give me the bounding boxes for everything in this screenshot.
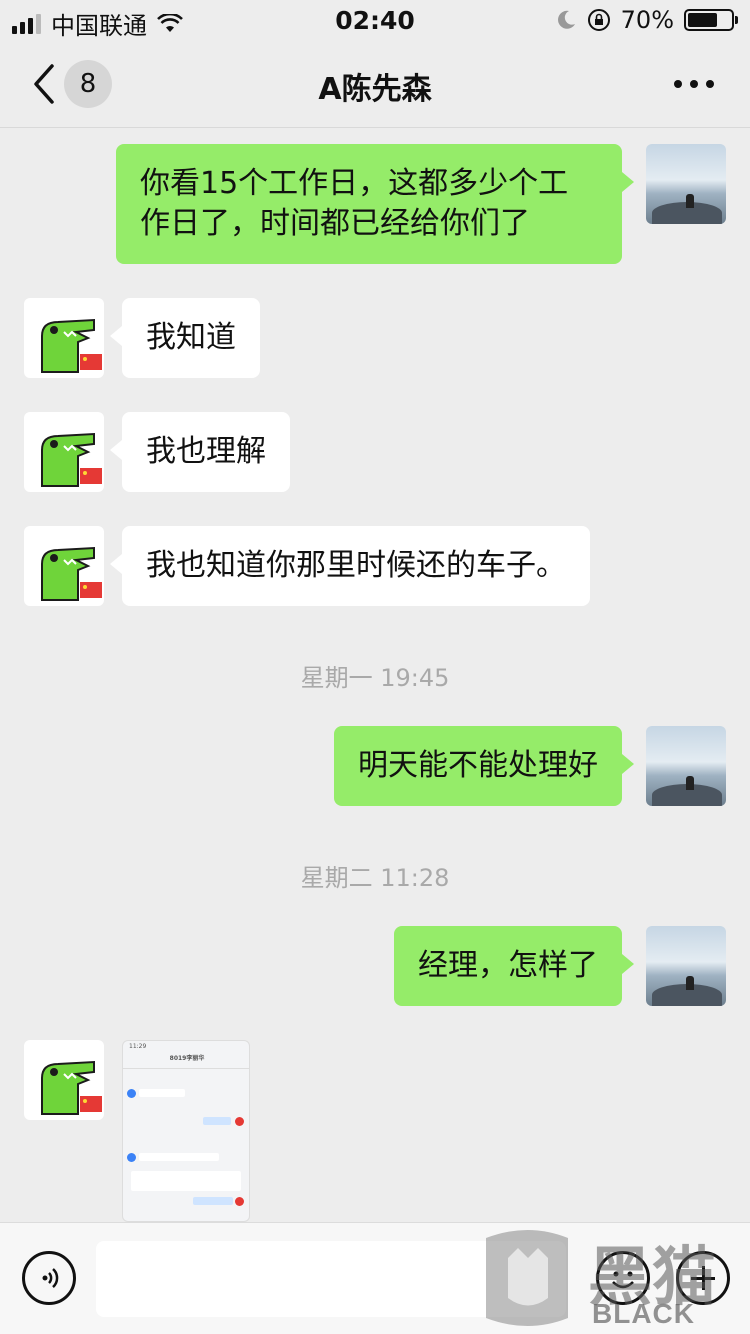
crocodile-icon <box>41 318 102 373</box>
battery-percent: 70% <box>620 6 674 34</box>
self-avatar[interactable] <box>646 926 726 1006</box>
thumbnail-bubble <box>131 1171 241 1191</box>
outgoing-message[interactable]: 明天能不能处理好 <box>334 726 634 806</box>
chat-header: 8 A陈先森 <box>0 40 750 128</box>
image-message-thumbnail[interactable]: 11:29 8019李丽华 <box>122 1040 250 1222</box>
incoming-message[interactable]: 我知道 <box>110 298 260 378</box>
battery-icon <box>684 9 738 31</box>
thumbnail-bubble <box>139 1153 219 1161</box>
crocodile-icon <box>41 1060 102 1115</box>
rotation-lock-icon <box>587 9 610 31</box>
crocodile-icon <box>41 546 102 601</box>
status-right: 70% <box>555 6 738 34</box>
thumbnail-title: 8019李丽华 <box>169 1055 205 1062</box>
thumbnail-header: 11:29 8019李丽华 <box>123 1041 249 1069</box>
chat-timestamp: 星期一 19:45 <box>300 664 450 692</box>
status-bar: 中国联通 02:40 70% <box>0 0 750 40</box>
watermark-text-en: BLACK CAT <box>592 1298 695 1334</box>
self-avatar[interactable] <box>646 144 726 224</box>
thumbnail-bubble <box>193 1197 233 1205</box>
crocodile-icon <box>41 432 102 487</box>
thumbnail-time: 11:29 <box>129 1043 147 1050</box>
thumbnail-avatar <box>235 1197 244 1206</box>
moon-icon <box>557 10 575 29</box>
contact-avatar[interactable] <box>24 526 104 606</box>
thumbnail-avatar <box>127 1153 136 1162</box>
thumbnail-avatar <box>235 1117 244 1126</box>
self-avatar[interactable] <box>646 726 726 806</box>
incoming-message[interactable]: 我也知道你那里时候还的车子。 <box>110 526 590 606</box>
message-input[interactable] <box>96 1241 566 1317</box>
voice-icon[interactable] <box>22 1251 76 1305</box>
contact-avatar[interactable] <box>24 1040 104 1120</box>
contact-avatar[interactable] <box>24 412 104 492</box>
more-dots-icon[interactable] <box>674 80 714 88</box>
thumbnail-bubble <box>139 1089 185 1097</box>
chat-title: A陈先森 <box>318 72 432 107</box>
incoming-message[interactable]: 我也理解 <box>110 412 290 492</box>
contact-avatar[interactable] <box>24 298 104 378</box>
thumbnail-bubble <box>203 1117 231 1125</box>
outgoing-message[interactable]: 经理，怎样了 <box>394 926 634 1006</box>
thumbnail-avatar <box>127 1089 136 1098</box>
chat-timestamp: 星期二 11:28 <box>300 864 450 892</box>
outgoing-message[interactable]: 你看15个工作日，这都多少个工作日了，时间都已经给你们了 <box>116 144 634 264</box>
